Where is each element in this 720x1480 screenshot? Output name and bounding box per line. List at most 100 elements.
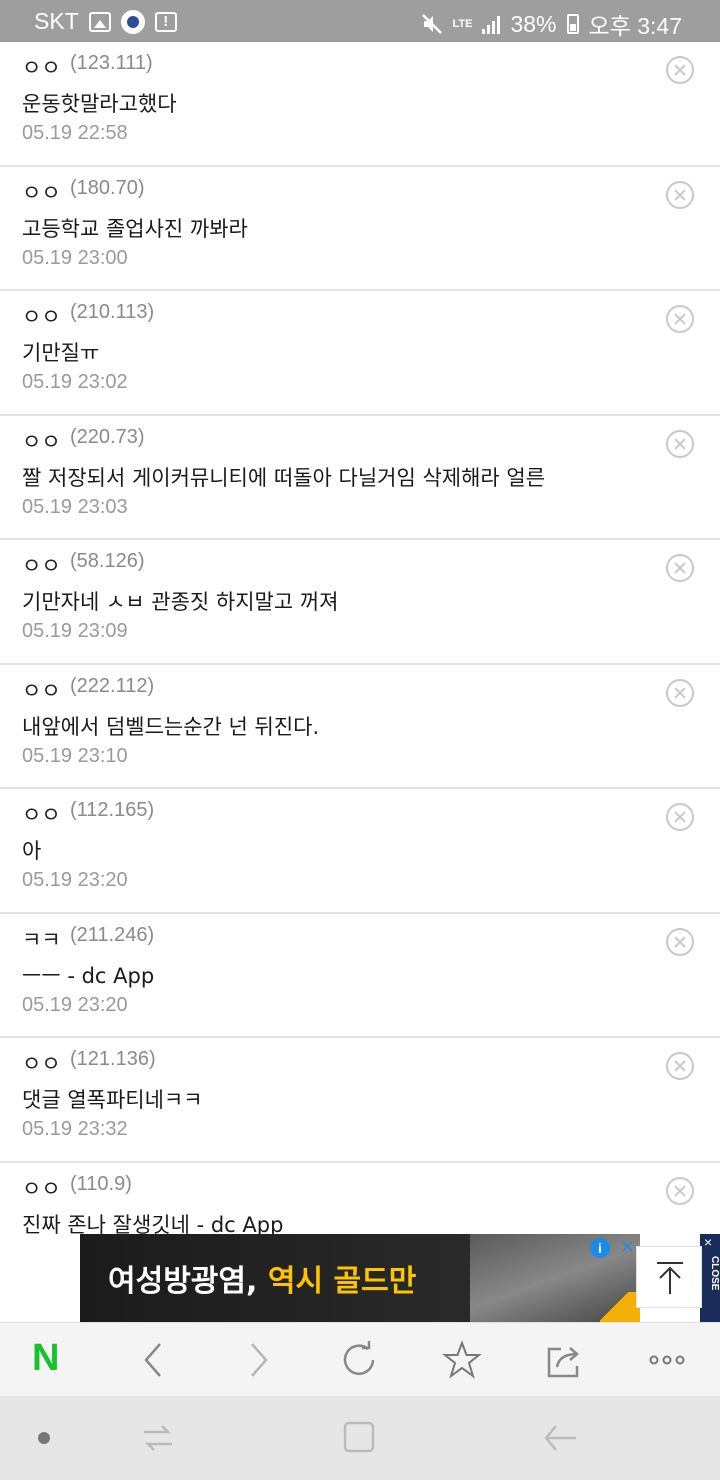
- comment-ip: (123.111): [70, 52, 153, 74]
- delete-comment-icon[interactable]: [666, 305, 694, 333]
- battery-percent: 38%: [510, 10, 557, 37]
- status-bar: SKT ! LTE 38% 오후 3:47: [0, 0, 720, 42]
- comment-date: 05.19 23:32: [22, 1118, 128, 1140]
- ad-close-icon[interactable]: ×: [621, 1234, 634, 1260]
- comment-text: 운동핫말라고했다: [22, 92, 177, 116]
- comment-item: ㅇㅇ (123.111) 운동핫말라고했다 05.19 22:58: [0, 42, 720, 167]
- comment-item: ㅋㅋ (211.246) ㅡㅡ - dc App 05.19 23:20: [0, 914, 720, 1038]
- comment-text: 기만자네 ㅅㅂ 관종짓 하지말고 꺼져: [22, 590, 339, 614]
- delete-comment-icon[interactable]: [666, 678, 694, 707]
- more-button[interactable]: [638, 1323, 698, 1397]
- naver-logo-icon: N: [32, 1337, 60, 1379]
- scroll-top-button[interactable]: [636, 1246, 702, 1308]
- ad-info-icon[interactable]: i: [590, 1238, 610, 1258]
- comment-item: ㅇㅇ (58.126) 기만자네 ㅅㅂ 관종짓 하지말고 꺼져 05.19 23…: [0, 540, 720, 665]
- comment-date: 05.19 23:00: [22, 246, 128, 269]
- comment-text: 고등학교 졸업사진 까봐라: [22, 216, 248, 241]
- comment-date: 05.19 22:58: [22, 122, 128, 144]
- network-type: LTE: [452, 17, 473, 30]
- comment-text: 아: [22, 839, 42, 863]
- comment-item: ㅇㅇ (112.165) 아 05.19 23:20: [0, 789, 720, 914]
- comment-text: 짤 저장되서 게이커뮤니티에 떠돌아 다닐거임 삭제해라 얼른: [22, 465, 546, 490]
- delete-comment-icon[interactable]: [666, 554, 694, 582]
- home-square-icon[interactable]: [342, 1420, 376, 1454]
- comment-ip: (58.126): [70, 550, 145, 572]
- comment-ip: (110.9): [70, 1172, 132, 1195]
- comment-nickname[interactable]: ㅇㅇ: [22, 799, 61, 829]
- image-icon: [88, 11, 111, 32]
- delete-comment-icon[interactable]: [666, 1052, 694, 1080]
- comment-nickname[interactable]: ㅇㅇ: [22, 550, 61, 580]
- recent-apps-icon[interactable]: [140, 1420, 176, 1456]
- comment-date: 05.19 23:10: [22, 744, 128, 767]
- comment-date: 05.19 23:09: [22, 620, 128, 642]
- naver-home-button[interactable]: N: [22, 1323, 82, 1397]
- comment-item: ㅇㅇ (121.136) 댓글 열폭파티네ㅋㅋ 05.19 23:32: [0, 1038, 720, 1163]
- comment-item: ㅇㅇ (220.73) 짤 저장되서 게이커뮤니티에 떠돌아 다닐거임 삭제해라…: [0, 416, 720, 540]
- delete-comment-icon[interactable]: [666, 56, 694, 84]
- nav-back-icon[interactable]: [542, 1420, 578, 1456]
- nav-dot-icon[interactable]: [38, 1432, 50, 1444]
- delete-comment-icon[interactable]: [666, 1176, 694, 1205]
- delete-comment-icon[interactable]: [666, 180, 694, 209]
- app-badge-icon: [120, 9, 145, 34]
- comment-ip: (211.246): [70, 923, 155, 946]
- signal-icon: [482, 14, 501, 34]
- comment-text: 진짜 존나 잘생깃네 - dc App: [22, 1212, 284, 1235]
- back-icon: [144, 1343, 161, 1377]
- reload-icon: [343, 1341, 375, 1375]
- comment-date: 05.19 23:03: [22, 495, 128, 518]
- delete-comment-icon[interactable]: [666, 927, 694, 956]
- comment-item: ㅇㅇ (180.70) 고등학교 졸업사진 까봐라 05.19 23:00: [0, 167, 720, 291]
- comment-ip: (210.113): [70, 301, 155, 323]
- comment-text: 내앞에서 덤벨드는순간 넌 뒤진다.: [22, 714, 320, 739]
- arrow-up-icon: [657, 1262, 683, 1294]
- comment-nickname[interactable]: ㅇㅇ: [22, 1173, 61, 1203]
- comment-item: ㅇㅇ (222.112) 내앞에서 덤벨드는순간 넌 뒤진다. 05.19 23…: [0, 665, 720, 789]
- comment-nickname[interactable]: ㅇㅇ: [22, 675, 61, 705]
- comment-ip: (121.136): [70, 1048, 156, 1070]
- ad-close-strip[interactable]: × CLOSE: [700, 1234, 720, 1322]
- ad-headline: 여성방광염, 역시 골드만: [108, 1256, 416, 1300]
- comment-ip: (180.70): [70, 176, 145, 199]
- comment-ip: (222.112): [70, 674, 155, 697]
- bookmark-button[interactable]: [432, 1323, 492, 1397]
- comment-ip: (112.165): [70, 799, 155, 821]
- comment-list[interactable]: ㅇㅇ (123.111) 운동핫말라고했다 05.19 22:58 ㅇㅇ (18…: [0, 42, 720, 1234]
- comment-nickname[interactable]: ㅇㅇ: [22, 1048, 61, 1078]
- comment-text: 댓글 열폭파티네ㅋㅋ: [22, 1088, 203, 1112]
- alert-icon: !: [154, 11, 177, 32]
- delete-comment-icon[interactable]: [666, 429, 694, 458]
- comment-text: ㅡㅡ - dc App: [22, 963, 155, 988]
- comment-item: ㅇㅇ (110.9) 진짜 존나 잘생깃네 - dc App: [0, 1163, 720, 1235]
- comment-date: 05.19 23:02: [22, 371, 128, 393]
- share-icon: [547, 1347, 579, 1378]
- forward-icon: [251, 1343, 268, 1377]
- ad-headline-main: 여성방광염,: [108, 1264, 268, 1299]
- comment-nickname[interactable]: ㅇㅇ: [22, 177, 61, 207]
- share-button[interactable]: [535, 1323, 595, 1397]
- ad-close-label[interactable]: CLOSE: [700, 1256, 720, 1290]
- comment-nickname[interactable]: ㅇㅇ: [22, 426, 61, 456]
- ad-headline-highlight: 역시 골드만: [267, 1264, 417, 1299]
- system-nav-bar: [0, 1396, 720, 1480]
- reload-button[interactable]: [330, 1323, 390, 1397]
- comment-nickname[interactable]: ㅇㅇ: [22, 52, 61, 82]
- comment-nickname[interactable]: ㅋㅋ: [22, 924, 61, 954]
- comment-date: 05.19 23:20: [22, 993, 128, 1016]
- mute-icon: [421, 14, 442, 34]
- comment-nickname[interactable]: ㅇㅇ: [22, 301, 61, 331]
- forward-button[interactable]: [228, 1323, 288, 1397]
- ad-banner[interactable]: 여성방광염, 역시 골드만 i ×: [80, 1234, 640, 1322]
- ad-side-close-icon[interactable]: ×: [704, 1234, 712, 1250]
- comment-text: 기만질ㅠ: [22, 341, 100, 365]
- bookmark-icon: [442, 1340, 482, 1379]
- carrier-label: SKT: [34, 8, 79, 34]
- ad-decoration: [600, 1292, 640, 1322]
- clock: 오후 3:47: [588, 13, 682, 39]
- comment-ip: (220.73): [70, 425, 145, 448]
- comment-item: ㅇㅇ (210.113) 기만질ㅠ 05.19 23:02: [0, 291, 720, 416]
- back-button[interactable]: [124, 1323, 184, 1397]
- delete-comment-icon[interactable]: [666, 803, 694, 831]
- browser-toolbar: N: [0, 1322, 720, 1396]
